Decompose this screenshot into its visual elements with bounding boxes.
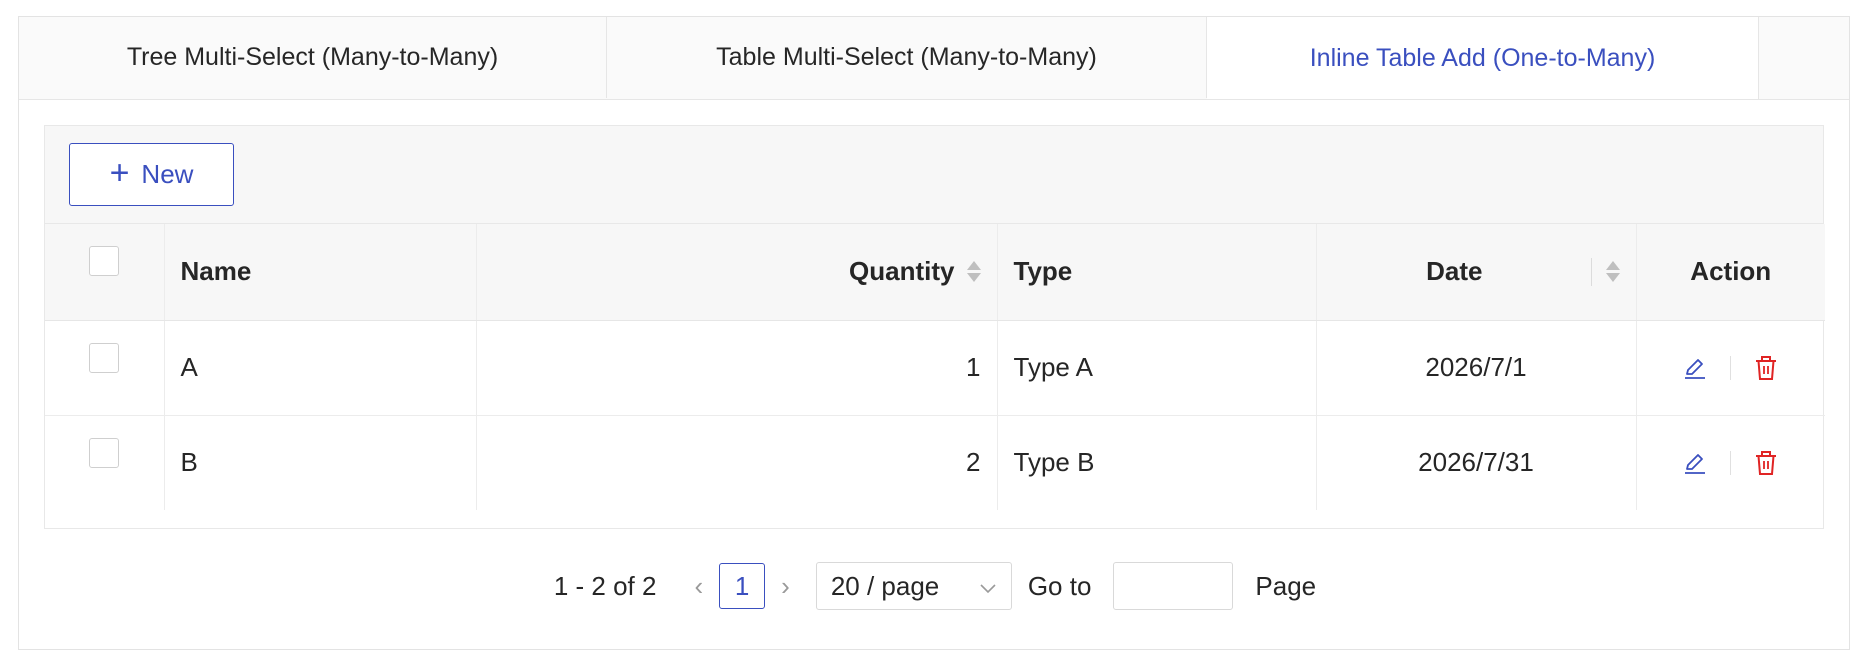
tab-inline-table-add[interactable]: Inline Table Add (One-to-Many) <box>1207 17 1759 99</box>
goto-label: Go to <box>1027 570 1092 601</box>
cell-actions <box>1636 415 1825 510</box>
cell-quantity: 2 <box>476 415 998 510</box>
chevron-left-icon[interactable]: ‹ <box>694 571 703 602</box>
page-size-select[interactable]: 20 / page <box>815 562 1012 610</box>
inline-table: + New Name Quantity Type Date Action A 1… <box>44 125 1825 529</box>
column-header-action: Action <box>1636 224 1825 321</box>
table-row: B 2 Type B 2026/7/31 <box>45 415 1825 510</box>
cell-date: 2026/7/1 <box>1316 320 1637 416</box>
new-button-label: New <box>141 159 194 189</box>
tab-tree-multi-select[interactable]: Tree Multi-Select (Many-to-Many) <box>19 17 607 98</box>
page-size-value: 20 / page <box>830 570 940 601</box>
row-checkbox[interactable] <box>89 437 120 468</box>
row-checkbox[interactable] <box>89 342 120 373</box>
sort-icon[interactable] <box>966 261 981 283</box>
tab-panel-frame: Tree Multi-Select (Many-to-Many) Table M… <box>18 16 1850 650</box>
cell-quantity: 1 <box>476 320 998 416</box>
column-header-name: Name <box>164 224 477 321</box>
cell-type: Type A <box>997 320 1317 416</box>
table-row: A 1 Type A 2026/7/1 <box>45 320 1825 416</box>
table-header-row: Name Quantity Type Date Action <box>45 224 1825 321</box>
tab-table-multi-select[interactable]: Table Multi-Select (Many-to-Many) <box>607 17 1207 98</box>
column-header-quantity[interactable]: Quantity <box>476 224 998 321</box>
edit-pencil-icon[interactable] <box>1682 450 1708 476</box>
cell-name: B <box>164 415 477 510</box>
chevron-down-icon <box>979 571 997 602</box>
trash-icon[interactable] <box>1753 449 1779 477</box>
page-number-button[interactable]: 1 <box>719 563 766 609</box>
column-header-type: Type <box>997 224 1317 321</box>
cell-type: Type B <box>997 415 1317 510</box>
page-label: Page <box>1255 570 1317 601</box>
table-toolbar: + New <box>45 126 1823 224</box>
sort-icon[interactable] <box>1605 261 1620 283</box>
edit-pencil-icon[interactable] <box>1682 355 1708 381</box>
pagination-total: 1 - 2 of 2 <box>553 570 657 601</box>
trash-icon[interactable] <box>1753 354 1779 382</box>
column-header-date[interactable]: Date <box>1316 224 1637 321</box>
data-table: Name Quantity Type Date Action A 1 Type … <box>45 224 1825 510</box>
cell-name: A <box>164 320 477 416</box>
select-all-checkbox[interactable] <box>89 246 120 276</box>
cell-actions <box>1636 320 1825 416</box>
chevron-right-icon[interactable]: › <box>781 571 790 602</box>
new-button[interactable]: + New <box>69 143 234 206</box>
tab-bar: Tree Multi-Select (Many-to-Many) Table M… <box>19 17 1849 100</box>
pagination: 1 - 2 of 2 ‹ 1 › 20 / page Go to Page <box>19 561 1851 611</box>
select-all-cell <box>45 224 165 321</box>
plus-icon: + <box>109 154 130 192</box>
cell-date: 2026/7/31 <box>1316 415 1637 510</box>
goto-page-input[interactable] <box>1113 562 1234 610</box>
